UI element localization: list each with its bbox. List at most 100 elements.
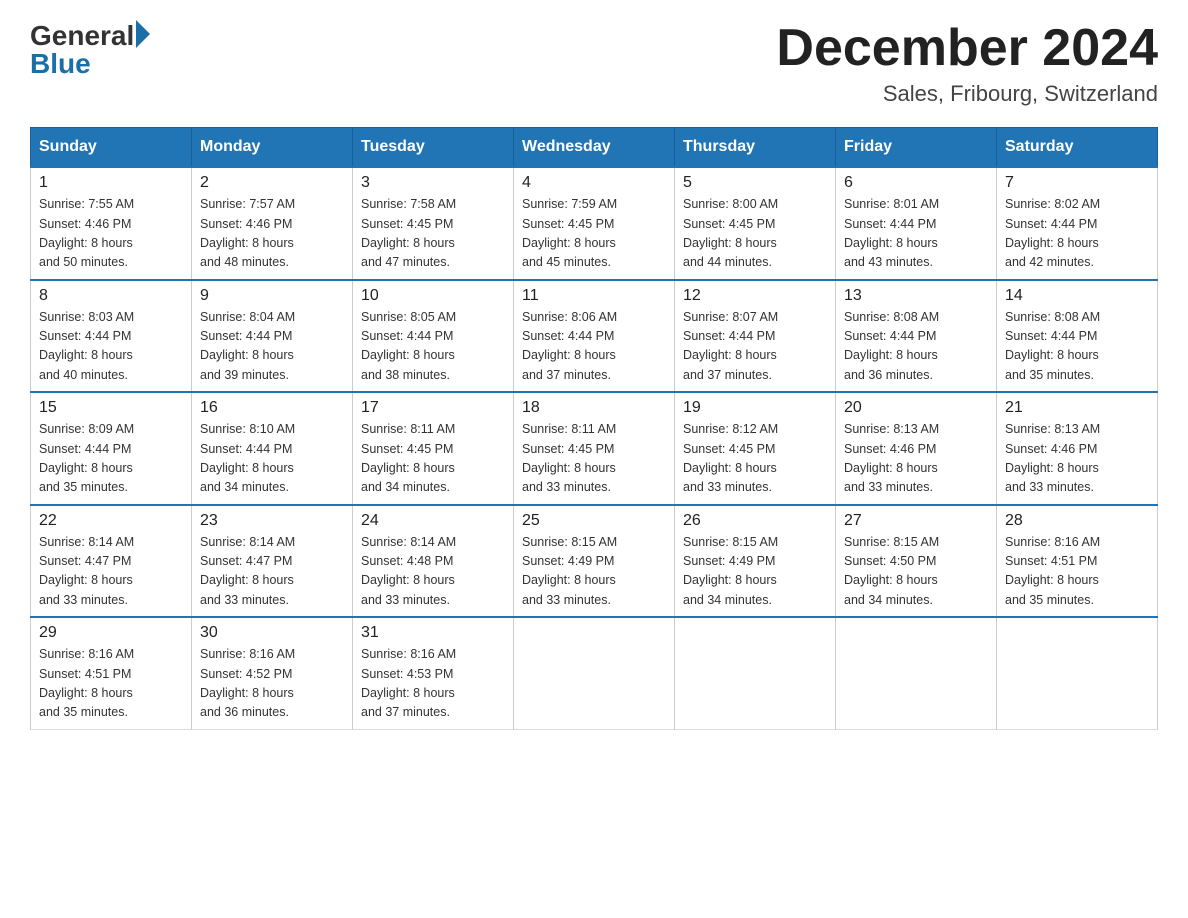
day-info: Sunrise: 8:06 AMSunset: 4:44 PMDaylight:… [522, 308, 666, 386]
day-number: 2 [200, 174, 344, 192]
calendar-cell: 23 Sunrise: 8:14 AMSunset: 4:47 PMDayligh… [192, 505, 353, 618]
calendar-cell: 8 Sunrise: 8:03 AMSunset: 4:44 PMDaylight… [31, 280, 192, 393]
col-header-saturday: Saturday [997, 128, 1158, 168]
day-number: 14 [1005, 287, 1149, 305]
col-header-thursday: Thursday [675, 128, 836, 168]
day-info: Sunrise: 8:12 AMSunset: 4:45 PMDaylight:… [683, 420, 827, 498]
day-info: Sunrise: 8:11 AMSunset: 4:45 PMDaylight:… [522, 420, 666, 498]
calendar-cell: 11 Sunrise: 8:06 AMSunset: 4:44 PMDayligh… [514, 280, 675, 393]
calendar-cell: 1Sunrise: 7:55 AMSunset: 4:46 PMDaylight… [31, 167, 192, 280]
calendar-cell: 22 Sunrise: 8:14 AMSunset: 4:47 PMDayligh… [31, 505, 192, 618]
calendar-cell: 14 Sunrise: 8:08 AMSunset: 4:44 PMDayligh… [997, 280, 1158, 393]
calendar-cell [997, 617, 1158, 729]
day-info: Sunrise: 8:13 AMSunset: 4:46 PMDaylight:… [1005, 420, 1149, 498]
day-number: 28 [1005, 512, 1149, 530]
day-info: Sunrise: 8:16 AMSunset: 4:52 PMDaylight:… [200, 645, 344, 723]
day-info: Sunrise: 8:00 AMSunset: 4:45 PMDaylight:… [683, 195, 827, 273]
day-number: 3 [361, 174, 505, 192]
calendar-week-row: 15 Sunrise: 8:09 AMSunset: 4:44 PMDayligh… [31, 392, 1158, 505]
calendar-cell: 13Sunrise: 8:08 AMSunset: 4:44 PMDayligh… [836, 280, 997, 393]
day-number: 5 [683, 174, 827, 192]
day-info: Sunrise: 8:14 AMSunset: 4:47 PMDaylight:… [200, 533, 344, 611]
calendar-cell: 21 Sunrise: 8:13 AMSunset: 4:46 PMDayligh… [997, 392, 1158, 505]
day-number: 4 [522, 174, 666, 192]
calendar-cell: 10Sunrise: 8:05 AMSunset: 4:44 PMDayligh… [353, 280, 514, 393]
calendar-cell: 19 Sunrise: 8:12 AMSunset: 4:45 PMDayligh… [675, 392, 836, 505]
calendar-cell: 25 Sunrise: 8:15 AMSunset: 4:49 PMDayligh… [514, 505, 675, 618]
location-subtitle: Sales, Fribourg, Switzerland [776, 81, 1158, 107]
day-number: 27 [844, 512, 988, 530]
day-number: 9 [200, 287, 344, 305]
calendar-cell: 24 Sunrise: 8:14 AMSunset: 4:48 PMDayligh… [353, 505, 514, 618]
day-info: Sunrise: 7:58 AMSunset: 4:45 PMDaylight:… [361, 195, 505, 273]
calendar-cell: 7Sunrise: 8:02 AMSunset: 4:44 PMDaylight… [997, 167, 1158, 280]
day-number: 21 [1005, 399, 1149, 417]
calendar-week-row: 8 Sunrise: 8:03 AMSunset: 4:44 PMDaylight… [31, 280, 1158, 393]
day-info: Sunrise: 8:13 AMSunset: 4:46 PMDaylight:… [844, 420, 988, 498]
day-info: Sunrise: 8:16 AMSunset: 4:53 PMDaylight:… [361, 645, 505, 723]
calendar-week-row: 22 Sunrise: 8:14 AMSunset: 4:47 PMDayligh… [31, 505, 1158, 618]
calendar-cell: 9Sunrise: 8:04 AMSunset: 4:44 PMDaylight… [192, 280, 353, 393]
day-info: Sunrise: 8:03 AMSunset: 4:44 PMDaylight:… [39, 308, 183, 386]
day-info: Sunrise: 8:15 AMSunset: 4:50 PMDaylight:… [844, 533, 988, 611]
col-header-sunday: Sunday [31, 128, 192, 168]
calendar-cell: 26 Sunrise: 8:15 AMSunset: 4:49 PMDayligh… [675, 505, 836, 618]
calendar-cell: 16Sunrise: 8:10 AMSunset: 4:44 PMDayligh… [192, 392, 353, 505]
calendar-cell: 5 Sunrise: 8:00 AMSunset: 4:45 PMDaylight… [675, 167, 836, 280]
calendar-week-row: 1Sunrise: 7:55 AMSunset: 4:46 PMDaylight… [31, 167, 1158, 280]
day-info: Sunrise: 8:15 AMSunset: 4:49 PMDaylight:… [522, 533, 666, 611]
calendar-cell: 29Sunrise: 8:16 AMSunset: 4:51 PMDayligh… [31, 617, 192, 729]
day-number: 26 [683, 512, 827, 530]
calendar-table: SundayMondayTuesdayWednesdayThursdayFrid… [30, 127, 1158, 730]
calendar-cell [836, 617, 997, 729]
day-number: 10 [361, 287, 505, 305]
calendar-cell: 30 Sunrise: 8:16 AMSunset: 4:52 PMDayligh… [192, 617, 353, 729]
calendar-cell: 12Sunrise: 8:07 AMSunset: 4:44 PMDayligh… [675, 280, 836, 393]
day-number: 23 [200, 512, 344, 530]
day-number: 22 [39, 512, 183, 530]
day-number: 11 [522, 287, 666, 305]
calendar-cell: 4 Sunrise: 7:59 AMSunset: 4:45 PMDaylight… [514, 167, 675, 280]
col-header-monday: Monday [192, 128, 353, 168]
day-info: Sunrise: 8:16 AMSunset: 4:51 PMDaylight:… [1005, 533, 1149, 611]
calendar-cell: 15 Sunrise: 8:09 AMSunset: 4:44 PMDayligh… [31, 392, 192, 505]
day-info: Sunrise: 8:09 AMSunset: 4:44 PMDaylight:… [39, 420, 183, 498]
day-number: 31 [361, 624, 505, 642]
day-info: Sunrise: 8:11 AMSunset: 4:45 PMDaylight:… [361, 420, 505, 498]
day-number: 30 [200, 624, 344, 642]
day-info: Sunrise: 7:59 AMSunset: 4:45 PMDaylight:… [522, 195, 666, 273]
logo-blue-text: Blue [30, 48, 150, 80]
day-number: 24 [361, 512, 505, 530]
logo: General Blue [30, 20, 150, 80]
day-info: Sunrise: 8:16 AMSunset: 4:51 PMDaylight:… [39, 645, 183, 723]
day-number: 15 [39, 399, 183, 417]
calendar-cell: 18 Sunrise: 8:11 AMSunset: 4:45 PMDayligh… [514, 392, 675, 505]
calendar-cell [675, 617, 836, 729]
day-number: 19 [683, 399, 827, 417]
day-number: 7 [1005, 174, 1149, 192]
col-header-tuesday: Tuesday [353, 128, 514, 168]
calendar-cell: 28 Sunrise: 8:16 AMSunset: 4:51 PMDayligh… [997, 505, 1158, 618]
calendar-cell: 31 Sunrise: 8:16 AMSunset: 4:53 PMDayligh… [353, 617, 514, 729]
day-info: Sunrise: 8:15 AMSunset: 4:49 PMDaylight:… [683, 533, 827, 611]
day-number: 18 [522, 399, 666, 417]
day-number: 16 [200, 399, 344, 417]
day-info: Sunrise: 8:08 AMSunset: 4:44 PMDaylight:… [1005, 308, 1149, 386]
day-number: 8 [39, 287, 183, 305]
day-number: 25 [522, 512, 666, 530]
day-info: Sunrise: 8:14 AMSunset: 4:47 PMDaylight:… [39, 533, 183, 611]
calendar-week-row: 29Sunrise: 8:16 AMSunset: 4:51 PMDayligh… [31, 617, 1158, 729]
day-number: 1 [39, 174, 183, 192]
calendar-cell: 2Sunrise: 7:57 AMSunset: 4:46 PMDaylight… [192, 167, 353, 280]
calendar-cell: 3 Sunrise: 7:58 AMSunset: 4:45 PMDaylight… [353, 167, 514, 280]
calendar-cell: 27 Sunrise: 8:15 AMSunset: 4:50 PMDayligh… [836, 505, 997, 618]
day-info: Sunrise: 8:14 AMSunset: 4:48 PMDaylight:… [361, 533, 505, 611]
calendar-cell: 20 Sunrise: 8:13 AMSunset: 4:46 PMDayligh… [836, 392, 997, 505]
logo-triangle-icon [136, 20, 150, 48]
day-number: 20 [844, 399, 988, 417]
day-number: 17 [361, 399, 505, 417]
calendar-cell [514, 617, 675, 729]
day-number: 12 [683, 287, 827, 305]
title-block: December 2024 Sales, Fribourg, Switzerla… [776, 20, 1158, 107]
page-header: General Blue December 2024 Sales, Fribou… [30, 20, 1158, 107]
